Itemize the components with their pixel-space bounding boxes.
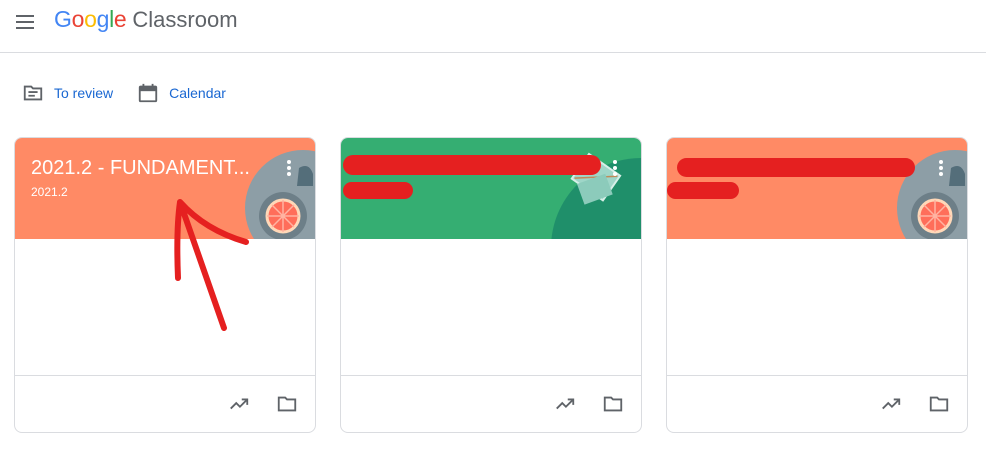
to-review-icon <box>23 85 43 101</box>
banner-illustration <box>897 150 967 239</box>
more-options-button[interactable] <box>607 158 623 178</box>
banner-illustration <box>245 150 315 239</box>
class-card-footer <box>667 376 967 432</box>
trending-up-icon[interactable] <box>553 393 577 415</box>
more-vert-icon-dot <box>287 166 291 170</box>
to-review-link[interactable]: To review <box>22 82 113 104</box>
more-vert-icon-dot <box>939 166 943 170</box>
class-card[interactable]: 2021.2 - FUNDAMENT... 2021.2 <box>14 137 316 433</box>
logo-letter: o <box>71 6 85 32</box>
class-card-banner[interactable] <box>341 138 641 239</box>
menu-icon <box>16 15 34 17</box>
class-card-banner[interactable] <box>667 138 967 239</box>
menu-icon-bar <box>16 21 34 23</box>
redaction-mark <box>677 158 915 177</box>
menu-icon-bar <box>16 27 34 29</box>
class-card-footer <box>341 376 641 432</box>
main-menu-button[interactable] <box>14 10 38 34</box>
folder-icon[interactable] <box>275 393 299 415</box>
redaction-mark <box>343 182 413 199</box>
calendar-icon <box>138 83 158 103</box>
logo-letter: e <box>113 6 127 32</box>
class-card-section: 2021.2 <box>31 185 68 199</box>
top-app-bar: Google Classroom <box>0 0 986 53</box>
logo-letter: o <box>84 6 97 32</box>
google-wordmark: Google <box>54 6 127 33</box>
more-vert-icon-dot <box>613 172 617 176</box>
more-options-button[interactable] <box>281 158 297 178</box>
calendar-link[interactable]: Calendar <box>137 82 226 104</box>
product-name: Classroom <box>132 7 238 32</box>
class-card[interactable] <box>666 137 968 433</box>
trending-up-icon[interactable] <box>227 393 251 415</box>
class-card-banner[interactable]: 2021.2 - FUNDAMENT... 2021.2 <box>15 138 315 239</box>
app-logo[interactable]: Google Classroom <box>54 6 238 36</box>
more-options-button[interactable] <box>933 158 949 178</box>
secondary-nav: To review Calendar <box>22 82 250 104</box>
trending-up-icon[interactable] <box>879 393 903 415</box>
to-review-label: To review <box>54 85 114 101</box>
redaction-mark <box>667 182 739 199</box>
class-card-body <box>341 239 641 376</box>
more-vert-icon-dot <box>613 166 617 170</box>
more-vert-icon <box>939 160 943 164</box>
class-card[interactable] <box>340 137 642 433</box>
class-card-footer <box>15 376 315 432</box>
class-card-title[interactable]: 2021.2 - FUNDAMENT... <box>31 157 250 180</box>
more-vert-icon-dot <box>939 172 943 176</box>
logo-letter: g <box>96 6 110 32</box>
folder-icon[interactable] <box>601 393 625 415</box>
class-card-body <box>15 239 315 376</box>
redaction-mark <box>343 155 601 175</box>
logo-letter: G <box>54 6 72 32</box>
class-card-body <box>667 239 967 376</box>
more-vert-icon <box>613 160 617 164</box>
more-vert-icon-dot <box>287 172 291 176</box>
more-vert-icon <box>287 160 291 164</box>
calendar-label: Calendar <box>169 85 226 101</box>
folder-icon[interactable] <box>927 393 951 415</box>
